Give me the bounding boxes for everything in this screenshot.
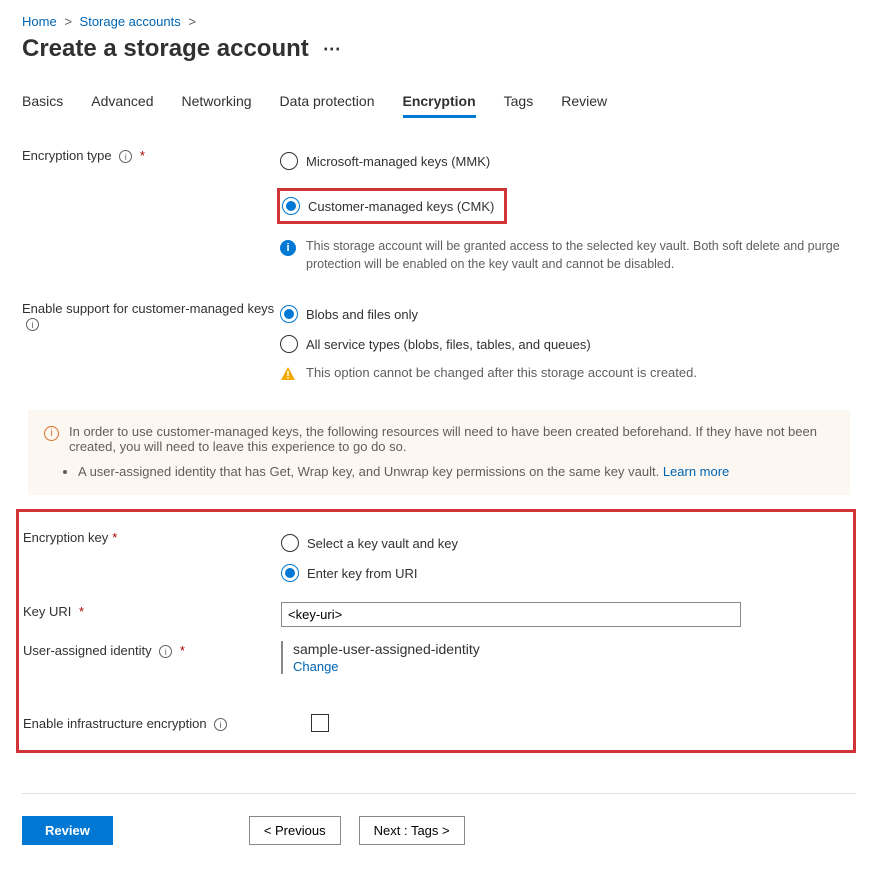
breadcrumb-storage-accounts[interactable]: Storage accounts [80,14,181,29]
tab-basics[interactable]: Basics [22,93,63,118]
radio-enter-key-uri[interactable] [281,564,299,582]
page-title-text: Create a storage account [22,35,309,63]
info-icon[interactable]: i [214,718,227,731]
key-uri-input[interactable] [281,602,741,627]
breadcrumb-home[interactable]: Home [22,14,57,29]
radio-mmk-label: Microsoft-managed keys (MMK) [306,154,490,169]
breadcrumb: Home > Storage accounts > [22,14,856,29]
tab-networking[interactable]: Networking [182,93,252,118]
radio-all-services[interactable] [280,335,298,353]
more-actions-icon[interactable]: ⋯ [323,39,343,60]
review-button[interactable]: Review [22,816,113,845]
radio-blobs-files[interactable] [280,305,298,323]
callout-bullet: A user-assigned identity that has Get, W… [78,464,834,479]
separator [22,793,856,794]
radio-blobs-files-label: Blobs and files only [306,307,418,322]
cmk-prerequisites-callout: i In order to use customer-managed keys,… [28,410,850,495]
tab-advanced[interactable]: Advanced [91,93,153,118]
key-uri-label: Key URI * [23,602,281,619]
page-title: Create a storage account ⋯ [22,35,856,63]
chevron-right-icon: > [64,14,72,29]
support-warning-text: This option cannot be changed after this… [306,365,697,380]
encryption-type-label: Encryption type i * [22,146,280,163]
infrastructure-encryption-label: Enable infrastructure encryption i [23,714,311,731]
radio-enter-key-uri-label: Enter key from URI [307,566,418,581]
warning-icon [280,366,296,382]
infrastructure-encryption-checkbox[interactable] [311,714,329,732]
next-button[interactable]: Next : Tags > [359,816,465,845]
tab-encryption[interactable]: Encryption [403,93,476,118]
support-label: Enable support for customer-managed keys… [22,299,280,331]
chevron-right-icon: > [188,14,196,29]
callout-body: In order to use customer-managed keys, t… [69,424,834,454]
encryption-type-note: This storage account will be granted acc… [306,238,856,273]
radio-select-keyvault-label: Select a key vault and key [307,536,458,551]
radio-cmk-label: Customer-managed keys (CMK) [308,199,494,214]
change-identity-link[interactable]: Change [293,659,843,674]
user-assigned-identity-label: User-assigned identity i * [23,641,281,658]
info-icon: i [280,240,296,256]
required-indicator: * [140,148,145,163]
radio-select-keyvault[interactable] [281,534,299,552]
info-icon: i [44,426,59,441]
tab-data-protection[interactable]: Data protection [280,93,375,118]
info-icon[interactable]: i [26,318,39,331]
learn-more-link[interactable]: Learn more [663,464,729,479]
radio-mmk[interactable] [280,152,298,170]
info-icon[interactable]: i [159,645,172,658]
info-icon[interactable]: i [119,150,132,163]
previous-button[interactable]: < Previous [249,816,341,845]
encryption-key-section-highlight: Encryption key* Select a key vault and k… [16,509,856,753]
radio-all-services-label: All service types (blobs, files, tables,… [306,337,591,352]
tab-review[interactable]: Review [561,93,607,118]
tab-bar: Basics Advanced Networking Data protecti… [22,93,856,118]
tab-tags[interactable]: Tags [504,93,534,118]
encryption-key-label: Encryption key* [23,528,281,545]
radio-cmk[interactable] [282,197,300,215]
wizard-footer: Review < Previous Next : Tags > [22,816,856,845]
user-assigned-identity-value: sample-user-assigned-identity [293,641,843,657]
